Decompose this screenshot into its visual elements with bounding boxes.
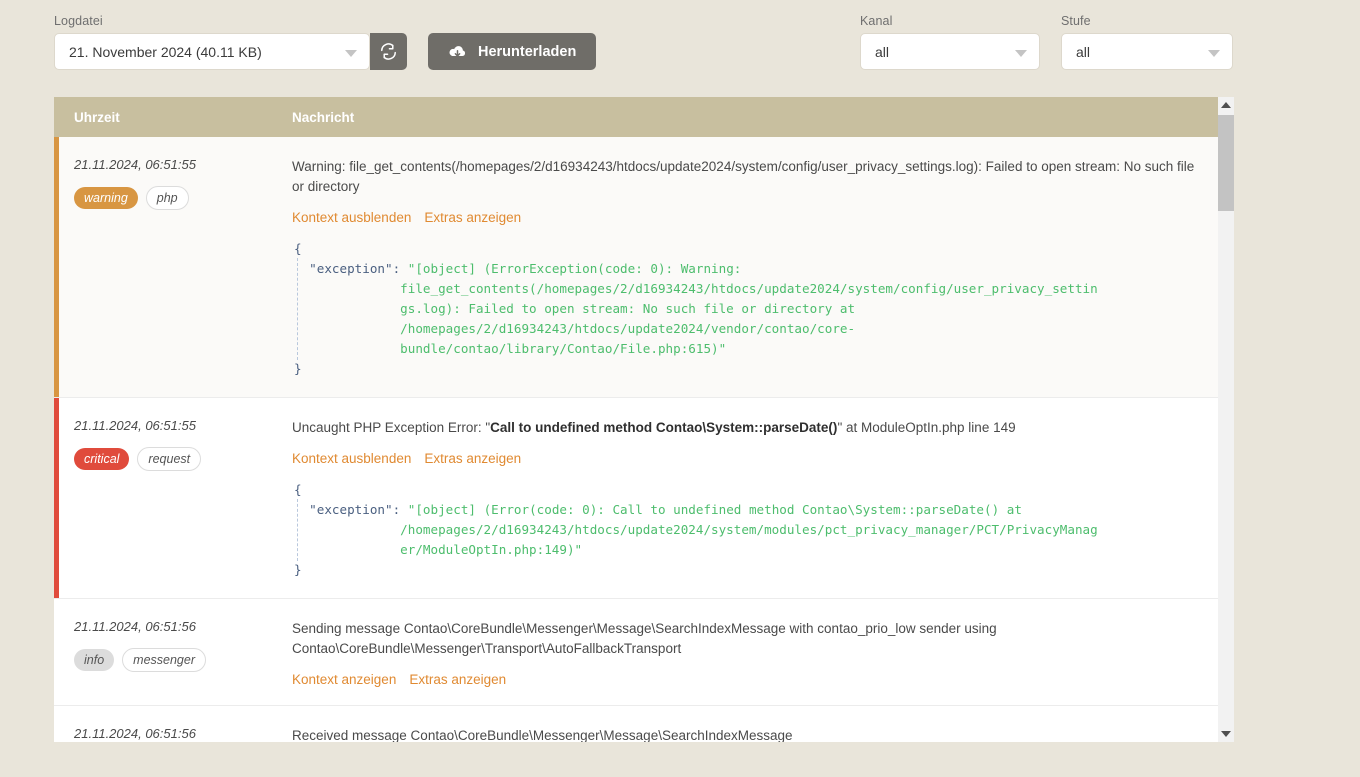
- scrollbar-thumb[interactable]: [1218, 115, 1234, 211]
- kanal-select[interactable]: all: [860, 33, 1040, 70]
- row-timestamp: 21.11.2024, 06:51:56: [74, 726, 196, 741]
- logfile-select[interactable]: 21. November 2024 (40.11 KB): [54, 33, 370, 70]
- row-level-stripe: [54, 398, 59, 598]
- level-badge: warning: [74, 187, 138, 209]
- extras-toggle-link[interactable]: Extras anzeigen: [424, 451, 521, 466]
- context-code-block: { "exception": "[object] (Error(code: 0)…: [292, 480, 1210, 580]
- vertical-scrollbar[interactable]: [1218, 97, 1234, 742]
- stufe-select[interactable]: all: [1061, 33, 1233, 70]
- row-badges: critical request: [74, 447, 292, 471]
- download-button-label: Herunterladen: [478, 43, 577, 60]
- caret-up-icon: [1221, 102, 1231, 108]
- extras-toggle-link[interactable]: Extras anzeigen: [424, 210, 521, 225]
- context-toggle-link[interactable]: Kontext ausblenden: [292, 451, 411, 466]
- row-time-cell: 21.11.2024, 06:51:56: [54, 726, 292, 742]
- column-header-time: Uhrzeit: [74, 109, 120, 125]
- refresh-icon: [381, 43, 396, 60]
- cloud-download-icon: [449, 45, 466, 57]
- row-message-text: Warning: file_get_contents(/homepages/2/…: [292, 159, 1195, 194]
- table-body: 21.11.2024, 06:51:55 warning php Warning: f…: [54, 137, 1234, 742]
- row-message-text: Received message Contao\CoreBundle\Messe…: [292, 728, 793, 742]
- row-actions: Kontext ausblenden Extras anzeigen: [292, 451, 1210, 466]
- context-code-block: { "exception": "[object] (ErrorException…: [292, 239, 1210, 379]
- logfile-label: Logdatei: [54, 14, 103, 28]
- table-header-row: Uhrzeit Nachricht: [54, 97, 1234, 137]
- code-text: { "exception": "[object] (ErrorException…: [294, 241, 1098, 376]
- kanal-label: Kanal: [860, 14, 893, 28]
- code-text: { "exception": "[object] (Error(code: 0)…: [294, 482, 1098, 577]
- row-time-cell: 21.11.2024, 06:51:55 warning php: [54, 157, 292, 379]
- row-message-cell: Uncaught PHP Exception Error: "Call to u…: [292, 418, 1234, 580]
- stufe-select-value[interactable]: all: [1061, 33, 1233, 70]
- logfile-field-group: Logdatei 21. November 2024 (40.11 KB) He…: [54, 14, 597, 70]
- context-toggle-link[interactable]: Kontext anzeigen: [292, 672, 396, 687]
- channel-badge: request: [137, 447, 202, 471]
- code-guide-line: [297, 258, 298, 360]
- row-message-text: Sending message Contao\CoreBundle\Messen…: [292, 621, 997, 656]
- context-toggle-link[interactable]: Kontext ausblenden: [292, 210, 411, 225]
- table-row: 21.11.2024, 06:51:55 warning php Warning: f…: [54, 137, 1234, 398]
- row-actions: Kontext ausblenden Extras anzeigen: [292, 210, 1210, 225]
- row-timestamp: 21.11.2024, 06:51:55: [74, 157, 196, 172]
- stufe-field-group: Stufe all: [1061, 14, 1233, 70]
- logfile-select-value[interactable]: 21. November 2024 (40.11 KB): [54, 33, 370, 70]
- toolbar: Logdatei 21. November 2024 (40.11 KB) He…: [0, 0, 1360, 90]
- column-header-message: Nachricht: [292, 109, 355, 125]
- row-timestamp: 21.11.2024, 06:51:56: [74, 619, 196, 634]
- extras-toggle-link[interactable]: Extras anzeigen: [409, 672, 506, 687]
- kanal-field-group: Kanal all: [860, 14, 1040, 70]
- refresh-button[interactable]: [370, 33, 407, 70]
- logfile-controls: 21. November 2024 (40.11 KB) Herunterlad…: [54, 33, 597, 70]
- row-message-cell: Sending message Contao\CoreBundle\Messen…: [292, 619, 1234, 687]
- caret-down-icon: [1221, 731, 1231, 737]
- row-badges: info messenger: [74, 648, 292, 672]
- level-badge: critical: [74, 448, 130, 470]
- code-guide-line: [297, 499, 298, 561]
- row-level-stripe: [54, 137, 59, 397]
- scroll-up-button[interactable]: [1218, 97, 1234, 113]
- log-table: Uhrzeit Nachricht 21.11.2024, 06:51:55 wa…: [54, 97, 1234, 742]
- row-timestamp: 21.11.2024, 06:51:55: [74, 418, 196, 433]
- table-row: 21.11.2024, 06:51:56 Received message Con…: [54, 706, 1234, 742]
- table-row: 21.11.2024, 06:51:56 info messenger Sending…: [54, 599, 1234, 706]
- channel-badge: messenger: [122, 648, 206, 672]
- kanal-select-value[interactable]: all: [860, 33, 1040, 70]
- row-message-cell: Warning: file_get_contents(/homepages/2/…: [292, 157, 1234, 379]
- table-row: 21.11.2024, 06:51:55 critical request Uncau…: [54, 398, 1234, 599]
- channel-badge: php: [145, 186, 189, 210]
- stufe-label: Stufe: [1061, 14, 1091, 28]
- level-badge: info: [74, 649, 115, 671]
- scroll-down-button[interactable]: [1218, 726, 1234, 742]
- log-viewer-page: Logdatei 21. November 2024 (40.11 KB) He…: [0, 0, 1360, 777]
- row-time-cell: 21.11.2024, 06:51:55 critical request: [54, 418, 292, 580]
- viewport-bottom-mask: [54, 742, 1234, 777]
- row-actions: Kontext anzeigen Extras anzeigen: [292, 672, 1210, 687]
- row-message-cell: Received message Contao\CoreBundle\Messe…: [292, 726, 1234, 742]
- row-badges: warning php: [74, 186, 292, 210]
- row-time-cell: 21.11.2024, 06:51:56 info messenger: [54, 619, 292, 687]
- download-button[interactable]: Herunterladen: [428, 33, 597, 70]
- row-message-text: Uncaught PHP Exception Error: "Call to u…: [292, 420, 1016, 435]
